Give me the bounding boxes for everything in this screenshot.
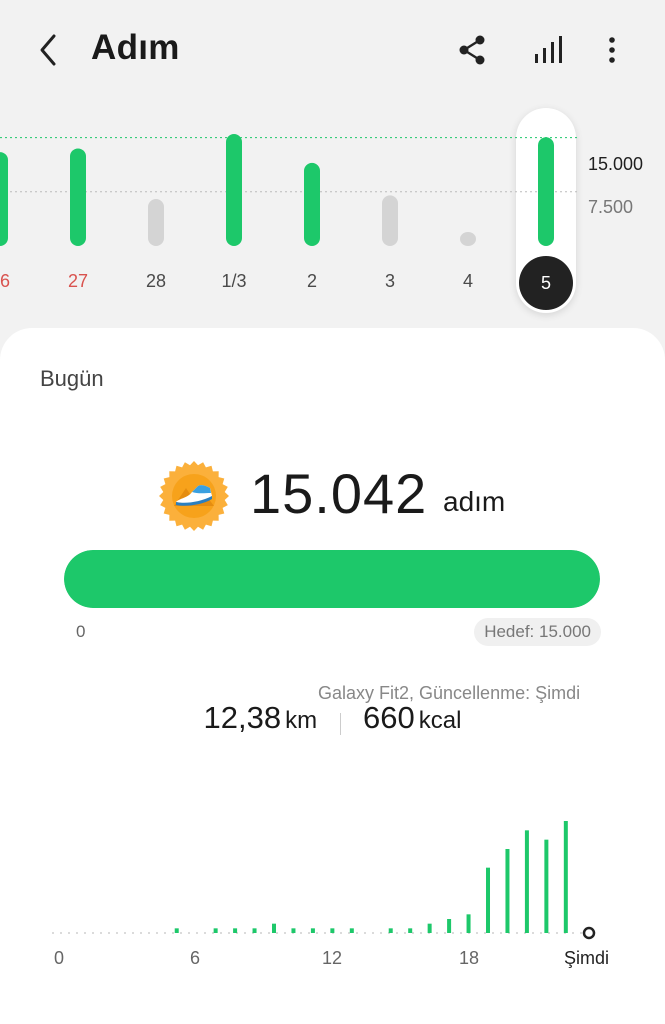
goal-progress-bar — [64, 550, 600, 608]
stats-row: 12,38 km 660 kcal — [0, 700, 665, 736]
hourly-steps-chart — [52, 821, 596, 940]
calories-value: 660 — [363, 700, 415, 735]
today-label: Bugün — [40, 366, 104, 391]
day-label-3[interactable]: 3 — [360, 271, 420, 292]
hourly-bar — [486, 867, 491, 933]
day-bar-26 — [0, 152, 8, 246]
hourly-bar — [524, 830, 529, 933]
goal-high-label: 15.000 — [588, 154, 644, 174]
more-icon[interactable] — [592, 30, 632, 70]
hour-label: Şimdi — [564, 948, 610, 968]
hourly-bar — [291, 928, 296, 933]
chart-icon[interactable] — [528, 30, 568, 70]
shoe-medal-icon — [158, 460, 230, 532]
day-bar-1/3 — [226, 134, 242, 246]
hourly-bar — [174, 928, 179, 933]
distance-unit: km — [285, 707, 318, 734]
day-bar-28 — [148, 199, 164, 246]
day-label-28[interactable]: 28 — [126, 271, 186, 292]
hourly-bar — [272, 923, 277, 933]
now-marker — [582, 926, 596, 940]
hourly-bar — [330, 928, 335, 933]
hourly-bar — [233, 928, 238, 933]
step-unit: adım — [443, 486, 506, 517]
day-bar-2 — [304, 162, 320, 246]
hourly-bar — [349, 928, 354, 933]
hourly-bar — [563, 821, 568, 933]
selected-day-label[interactable]: 5 — [519, 256, 573, 310]
hour-label: 6 — [190, 948, 201, 968]
hour-label: 18 — [459, 948, 480, 968]
goal-chip: Hedef: 15.000 — [474, 618, 601, 646]
progress-min-label: 0 — [76, 622, 86, 641]
hourly-bar — [427, 923, 432, 933]
day-bar-3 — [382, 195, 398, 246]
page-title: Adım — [91, 28, 180, 67]
day-bar-27 — [70, 148, 86, 246]
hourly-bar — [505, 849, 510, 933]
device-update-status: Galaxy Fit2, Güncellenme: Şimdi — [318, 683, 581, 703]
hourly-bar — [213, 928, 218, 933]
hourly-bar — [447, 919, 452, 933]
hourly-bar — [252, 928, 257, 933]
goal-progress-fill — [64, 550, 600, 608]
day-label-26[interactable]: 26 — [0, 271, 30, 292]
day-label-2[interactable]: 2 — [282, 271, 342, 292]
share-icon[interactable] — [452, 30, 492, 70]
hourly-bar — [408, 928, 413, 933]
back-icon[interactable] — [32, 28, 72, 72]
day-bar-4 — [460, 232, 476, 246]
today-card: Bugün 15.042 adım 0 Hedef: 15.000 12,38 k… — [0, 328, 665, 1024]
hour-label: 12 — [322, 948, 343, 968]
hourly-bar — [388, 928, 393, 933]
day-label-4[interactable]: 4 — [438, 271, 498, 292]
hourly-bar — [310, 928, 315, 933]
hourly-bar — [544, 839, 549, 933]
day-label-1/3[interactable]: 1/3 — [204, 271, 264, 292]
hour-label: 0 — [54, 948, 65, 968]
hourly-bar — [466, 914, 471, 933]
app-header: Adım — [0, 0, 665, 100]
day-bar-5 — [538, 137, 554, 246]
distance-value: 12,38 — [203, 700, 282, 735]
step-count: 15.042 — [250, 462, 428, 525]
weekly-steps-strip: 15.000 7.500 26 27 28 1/3 2345 — [0, 100, 665, 320]
day-label-27[interactable]: 27 — [48, 271, 108, 292]
calories-unit: kcal — [418, 707, 462, 734]
goal-mid-label: 7.500 — [588, 197, 634, 217]
stats-divider — [339, 712, 341, 735]
